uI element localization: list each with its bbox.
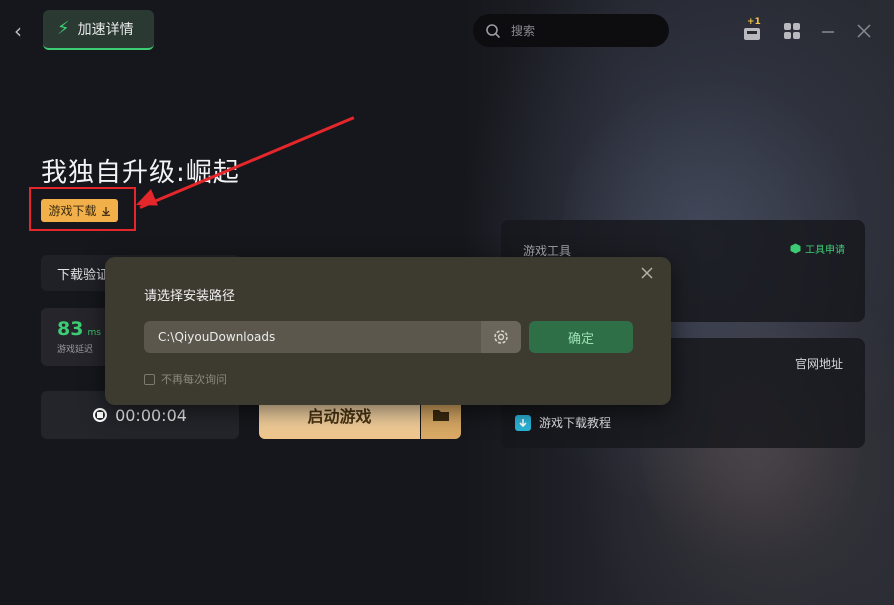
tab-acceleration-details[interactable]: ⚡ 加速详情	[43, 10, 154, 50]
tool-apply-label: 工具申请	[805, 245, 845, 256]
minimize-icon	[822, 31, 834, 33]
timer-value: 00:00:04	[115, 405, 187, 425]
folder-icon	[433, 410, 449, 421]
latency-value: 83	[57, 318, 84, 340]
game-download-button[interactable]: 游戏下载	[41, 199, 118, 222]
install-path-input[interactable]	[144, 321, 481, 353]
game-title: 我独自升级:崛起	[41, 158, 240, 188]
confirm-label: 确定	[567, 331, 594, 347]
confirm-button[interactable]: 确定	[529, 321, 633, 353]
grid-icon	[784, 23, 800, 39]
official-site-link[interactable]: 官网地址	[795, 355, 843, 372]
latency-unit: ms	[87, 328, 101, 338]
close-window-button[interactable]	[857, 20, 871, 42]
dont-ask-label: 不再每次询问	[161, 373, 227, 386]
path-settings-button[interactable]	[481, 321, 521, 353]
dialog-close-button[interactable]	[640, 266, 654, 280]
notification-button[interactable]: +1	[742, 17, 764, 42]
minimize-button[interactable]	[821, 20, 835, 42]
game-download-label: 游戏下载	[48, 204, 97, 218]
search-input[interactable]	[509, 22, 653, 39]
launch-game-label: 启动游戏	[307, 407, 372, 426]
install-path-dialog: 请选择安装路径 确定 不再每次询问	[105, 257, 671, 405]
search-box[interactable]	[473, 14, 669, 47]
download-tutorial-link[interactable]: 游戏下载教程	[515, 414, 611, 431]
download-icon	[101, 206, 110, 216]
cube-icon	[790, 243, 801, 254]
download-tutorial-label: 游戏下载教程	[539, 416, 612, 430]
notification-badge: +1	[747, 17, 761, 27]
cloud-download-icon	[515, 414, 531, 431]
lightning-icon: ⚡	[57, 18, 70, 39]
checkbox-box	[144, 373, 155, 385]
search-icon	[486, 23, 501, 38]
close-icon	[641, 267, 653, 279]
close-icon	[857, 24, 871, 38]
download-verify-label: 下载验证	[57, 267, 110, 283]
apps-button[interactable]	[783, 20, 801, 42]
stop-record-icon	[93, 408, 108, 422]
tab-label: 加速详情	[77, 22, 134, 38]
back-button[interactable]: ‹	[14, 20, 34, 42]
dialog-title: 请选择安装路径	[144, 289, 236, 304]
gear-icon	[494, 330, 508, 344]
dont-ask-checkbox[interactable]: 不再每次询问	[144, 371, 227, 387]
tool-apply-link[interactable]: 工具申请	[790, 241, 845, 256]
